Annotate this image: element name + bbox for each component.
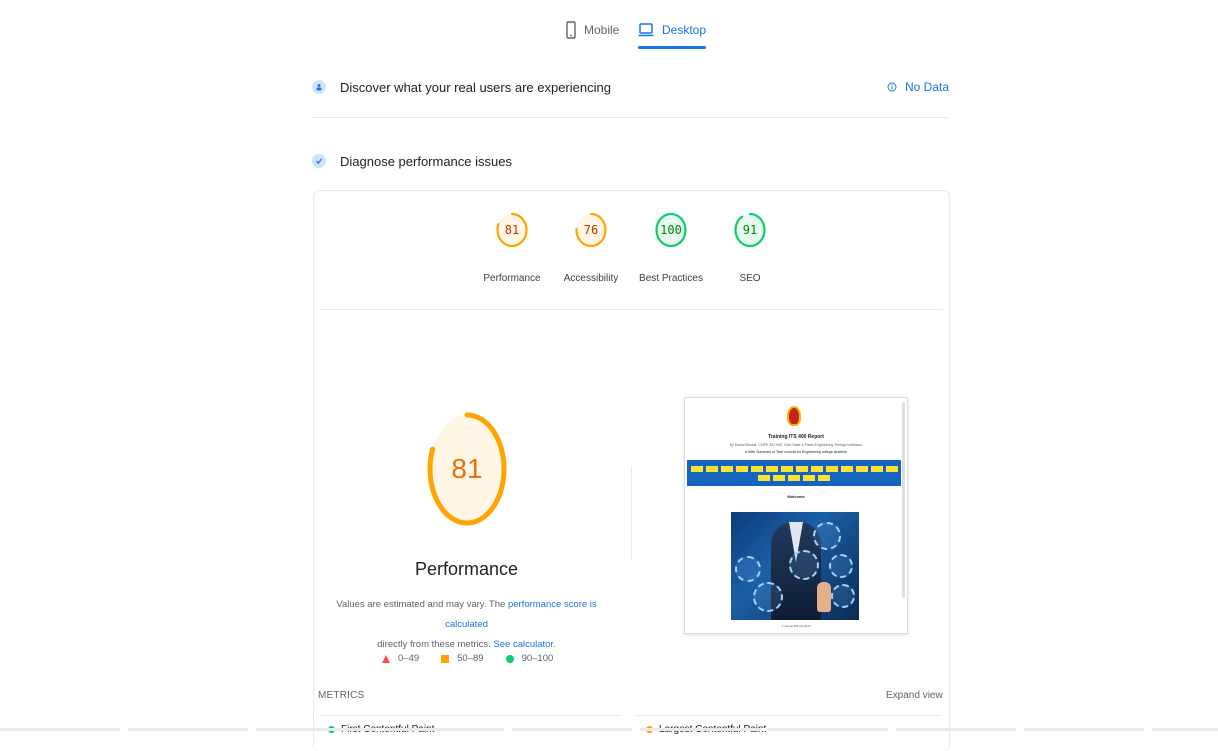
site-subtitle: By Kamal Bhusal, CMPE 301 INS, Ohio Stat… [729,443,863,447]
desc-text: Values are estimated and may vary. The [336,599,508,610]
legend-range: 50–89 [457,653,484,664]
site-nav [687,460,901,486]
phone-icon [566,21,576,39]
gauge-performance[interactable]: 81 Performance [472,213,552,284]
final-screenshot: Training ITS 400 Report By Kamal Bhusal,… [684,397,908,634]
screenshot-scrollbar [902,402,905,598]
performance-gauge: 81 [427,411,507,527]
discover-title: Discover what your real users are experi… [340,79,611,95]
laptop-icon [638,23,654,37]
gauge-score: 81 [504,223,520,237]
performance-title: Performance [414,559,519,579]
gauge-score: 100 [660,223,682,237]
gauge-seo[interactable]: 91 SEO [710,213,790,284]
score-gauges: 81 Performance 76 Accessibility 100 Best… [314,213,949,303]
check-icon [312,154,326,168]
metrics-divider [636,715,942,716]
expand-view-button[interactable]: Expand view [886,690,943,701]
tab-mobile-label: Mobile [584,23,620,37]
performance-score: 81 [451,453,483,484]
site-logo [787,406,801,426]
site-title: Training ITS 400 Report [768,434,824,440]
score-legend: 0–49 50–89 90–100 [382,653,553,664]
gauge-accessibility[interactable]: 76 Accessibility [551,213,631,284]
legend-fail: 0–49 [382,653,419,664]
card-divider [320,309,943,310]
tab-desktop[interactable]: Desktop [638,12,707,49]
site-hero-image [731,512,859,620]
gauge-score: 76 [583,223,599,237]
triangle-icon [382,654,390,663]
diagnose-title: Diagnose performance issues [340,153,512,169]
gauge-label: SEO [739,273,761,284]
info-icon [887,82,897,92]
device-tabs: Mobile Desktop [0,12,1218,52]
gauge-label: Best Practices [639,273,703,284]
gauge-best-practices[interactable]: 100 Best Practices [631,213,711,284]
gauge-label: Accessibility [563,273,619,284]
performance-description: Values are estimated and may vary. The p… [324,595,609,655]
discover-section[interactable]: Discover what your real users are experi… [312,76,949,98]
legend-average: 50–89 [441,653,484,664]
tab-mobile[interactable]: Mobile [566,12,619,48]
desc-text: directly from these metrics. [377,639,494,650]
site-footer: © Kamal Bhusal 2024 [781,624,811,628]
diagnostics-card: 81 Performance 76 Accessibility 100 Best… [313,190,950,751]
gauge-label: Performance [483,273,541,284]
see-calculator-link[interactable]: See calculator. [493,639,555,650]
section-divider [312,117,949,118]
diagnose-section[interactable]: Diagnose performance issues [312,150,949,172]
gauge-score: 91 [742,223,758,237]
legend-range: 90–100 [521,653,554,664]
legend-range: 0–49 [398,653,420,664]
square-icon [441,654,450,663]
legend-pass: 90–100 [505,653,554,664]
site-tagline: A Web Summary of Tech records for Engine… [744,450,847,454]
metrics-divider [318,715,622,716]
no-data-status[interactable]: No Data [887,80,949,94]
users-icon [312,80,326,94]
no-data-label: No Data [904,80,949,94]
site-heading: Welcome [787,494,805,499]
tab-desktop-label: Desktop [662,23,707,37]
vertical-divider [631,466,632,561]
circle-icon [505,654,514,663]
metrics-heading: METRICS [318,690,365,701]
